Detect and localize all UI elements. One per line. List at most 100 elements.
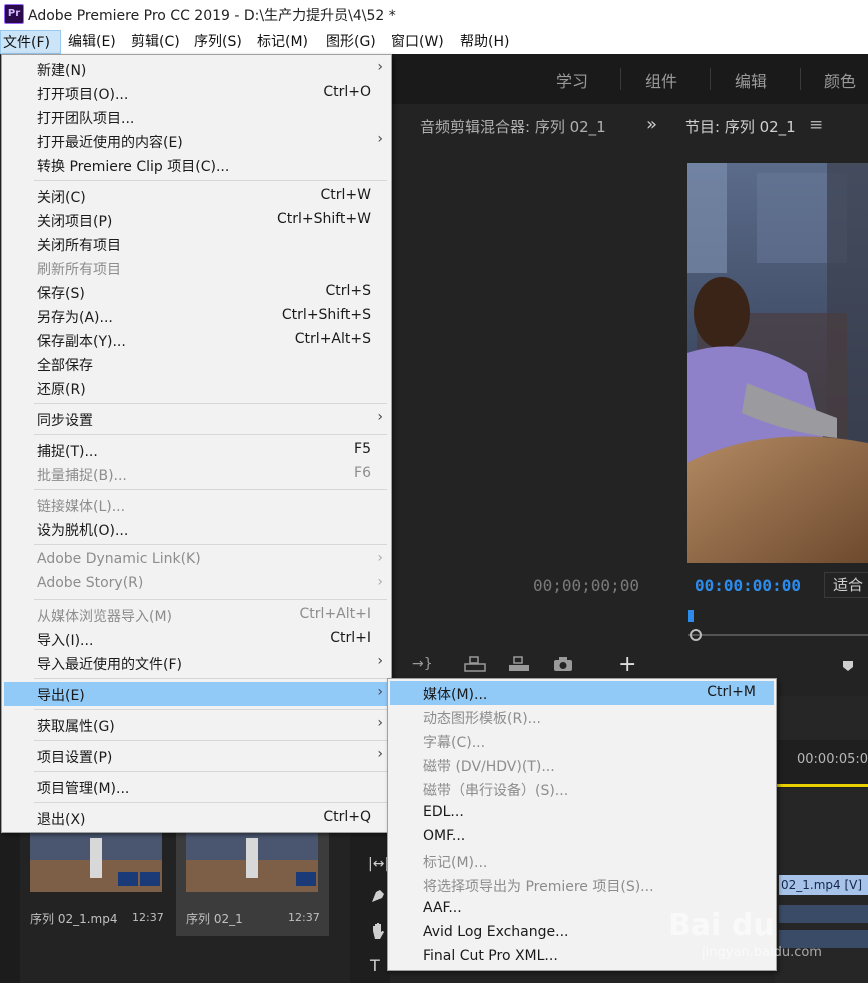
menu-item: 磁带（串行设备）(S)... (390, 777, 774, 801)
menu-item[interactable]: 捕捉(T)... F5 (4, 438, 389, 462)
tools-panel: |↔| T (350, 830, 390, 983)
bin-thumbnail[interactable] (186, 830, 318, 892)
menu-item-label: 同步设置 (37, 413, 93, 429)
menu-item[interactable]: 保存副本(Y)... Ctrl+Alt+S (4, 328, 389, 352)
menu-item[interactable]: 打开项目(O)... Ctrl+O (4, 81, 389, 105)
add-button-icon[interactable]: + (618, 652, 636, 677)
menu-item-shortcut: Ctrl+S (325, 283, 371, 299)
menu-item-label: 动态图形模板(R)... (423, 711, 542, 727)
menu-item[interactable]: EDL... (390, 801, 774, 825)
pen-tool-icon[interactable] (370, 888, 386, 908)
menu-item-label: 退出(X) (37, 812, 86, 828)
menubar-item[interactable]: 帮助(H) (458, 30, 520, 54)
timeline-ruler[interactable]: 00:00:05:00 (775, 740, 868, 788)
menu-separator (34, 403, 387, 404)
menu-item-label: 获取属性(G) (37, 719, 115, 735)
bin-thumbnail[interactable] (30, 830, 162, 892)
menu-item[interactable]: 打开团队项目... (4, 105, 389, 129)
tab-editing[interactable]: 编辑 (735, 68, 767, 92)
menu-item[interactable]: 导出(E) › (4, 682, 389, 706)
video-clip[interactable]: 02_1.mp4 [V] (779, 875, 868, 895)
menu-item[interactable]: 转换 Premiere Clip 项目(C)... (4, 153, 389, 177)
menu-item[interactable]: 同步设置 › (4, 407, 389, 431)
menu-item[interactable]: 媒体(M)... Ctrl+M (390, 681, 774, 705)
menu-item: 将选择项导出为 Premiere 项目(S)... (390, 873, 774, 897)
menu-item-label: 链接媒体(L)... (37, 499, 126, 515)
menubar-item[interactable]: 剪辑(C) (129, 30, 189, 54)
submenu-arrow-icon: › (377, 131, 383, 147)
bin-item-name[interactable]: 序列 02_1.mp4 (30, 910, 117, 927)
bin-item-duration: 12:37 (288, 911, 320, 924)
menubar-item[interactable]: 窗口(W) (389, 30, 455, 54)
marker-icon[interactable] (842, 657, 854, 671)
menu-item[interactable]: 还原(R) (4, 376, 389, 400)
menu-item[interactable]: 获取属性(G) › (4, 713, 389, 737)
panel-menu-icon[interactable]: ≡ (809, 115, 823, 135)
menu-item[interactable]: 保存(S) Ctrl+S (4, 280, 389, 304)
menu-item-label: Adobe Dynamic Link(K) (37, 551, 201, 567)
menu-item[interactable]: 关闭所有项目 (4, 232, 389, 256)
menu-item[interactable]: 关闭(C) Ctrl+W (4, 184, 389, 208)
lift-icon[interactable] (464, 656, 486, 676)
menu-separator (34, 599, 387, 600)
tab-learn[interactable]: 学习 (556, 68, 588, 92)
menu-item[interactable]: 打开最近使用的内容(E) › (4, 129, 389, 153)
program-scrub-bar[interactable] (688, 628, 868, 641)
submenu-arrow-icon: › (377, 746, 383, 762)
bin-gutter (0, 830, 20, 983)
menu-item: 链接媒体(L)... (4, 493, 389, 517)
expand-panels-icon[interactable]: » (646, 114, 657, 135)
menubar-item[interactable]: 文件(F) (0, 30, 61, 54)
menu-item-label: 转换 Premiere Clip 项目(C)... (37, 159, 230, 175)
menu-item[interactable]: 设为脱机(O)... (4, 517, 389, 541)
menu-item[interactable]: 退出(X) Ctrl+Q (4, 806, 389, 830)
menu-item[interactable]: 新建(N) › (4, 57, 389, 81)
menu-item-label: 导出(E) (37, 688, 85, 704)
program-timecode[interactable]: 00:00:00:00 (695, 576, 801, 595)
menubar-item[interactable]: 图形(G) (324, 30, 386, 54)
menu-item-label: 捕捉(T)... (37, 444, 98, 460)
menu-item-shortcut: Ctrl+Shift+W (276, 211, 371, 227)
tab-assembly[interactable]: 组件 (645, 68, 677, 92)
tab-divider (800, 68, 801, 90)
menu-item[interactable]: 关闭项目(P) Ctrl+Shift+W (4, 208, 389, 232)
extract-icon[interactable] (508, 656, 530, 676)
menu-item[interactable]: 另存为(A)... Ctrl+Shift+S (4, 304, 389, 328)
menu-item[interactable]: 导入(I)... Ctrl+I (4, 627, 389, 651)
window-title: Adobe Premiere Pro CC 2019 - D:\生产力提升员\4… (28, 8, 396, 24)
playhead-marker[interactable] (688, 610, 694, 622)
menu-separator (34, 180, 387, 181)
menubar-item[interactable]: 标记(M) (255, 30, 321, 54)
menu-item[interactable]: 项目管理(M)... (4, 775, 389, 799)
video-frame (687, 163, 868, 563)
tab-divider (710, 68, 711, 90)
camera-icon[interactable] (553, 656, 573, 676)
menu-separator (34, 740, 387, 741)
hand-tool-icon[interactable] (370, 922, 386, 944)
menu-item[interactable]: OMF... (390, 825, 774, 849)
ripple-edit-icon[interactable]: |↔| (368, 856, 389, 872)
work-area-bar[interactable] (775, 784, 868, 787)
bin-item-name[interactable]: 序列 02_1 (186, 910, 243, 927)
menu-item: 字幕(C)... (390, 729, 774, 753)
track-row[interactable] (779, 905, 868, 923)
submenu-arrow-icon: › (377, 715, 383, 731)
type-tool-icon[interactable]: T (370, 956, 380, 975)
menu-item-label: 项目管理(M)... (37, 781, 130, 797)
menu-item-label: EDL... (423, 804, 464, 820)
menu-item[interactable]: 导入最近使用的文件(F) › (4, 651, 389, 675)
fit-dropdown[interactable]: 适合 (824, 572, 868, 598)
menu-item-label: 打开项目(O)... (37, 87, 129, 103)
menubar-item[interactable]: 序列(S) (192, 30, 252, 54)
insert-icon[interactable]: →} (412, 656, 433, 672)
tab-color[interactable]: 颜色 (824, 68, 856, 92)
menu-item: 从媒体浏览器导入(M) Ctrl+Alt+I (4, 603, 389, 627)
menu-item-label: 磁带（串行设备）(S)... (423, 783, 569, 799)
menu-item[interactable]: 全部保存 (4, 352, 389, 376)
audio-panel-title[interactable]: 音频剪辑混合器: 序列 02_1 (420, 116, 606, 137)
menu-item-shortcut: F6 (354, 465, 371, 481)
menubar-item[interactable]: 编辑(E) (66, 30, 126, 54)
program-panel-title[interactable]: 节目: 序列 02_1 (685, 116, 796, 137)
menu-separator (34, 709, 387, 710)
menu-item[interactable]: 项目设置(P) › (4, 744, 389, 768)
